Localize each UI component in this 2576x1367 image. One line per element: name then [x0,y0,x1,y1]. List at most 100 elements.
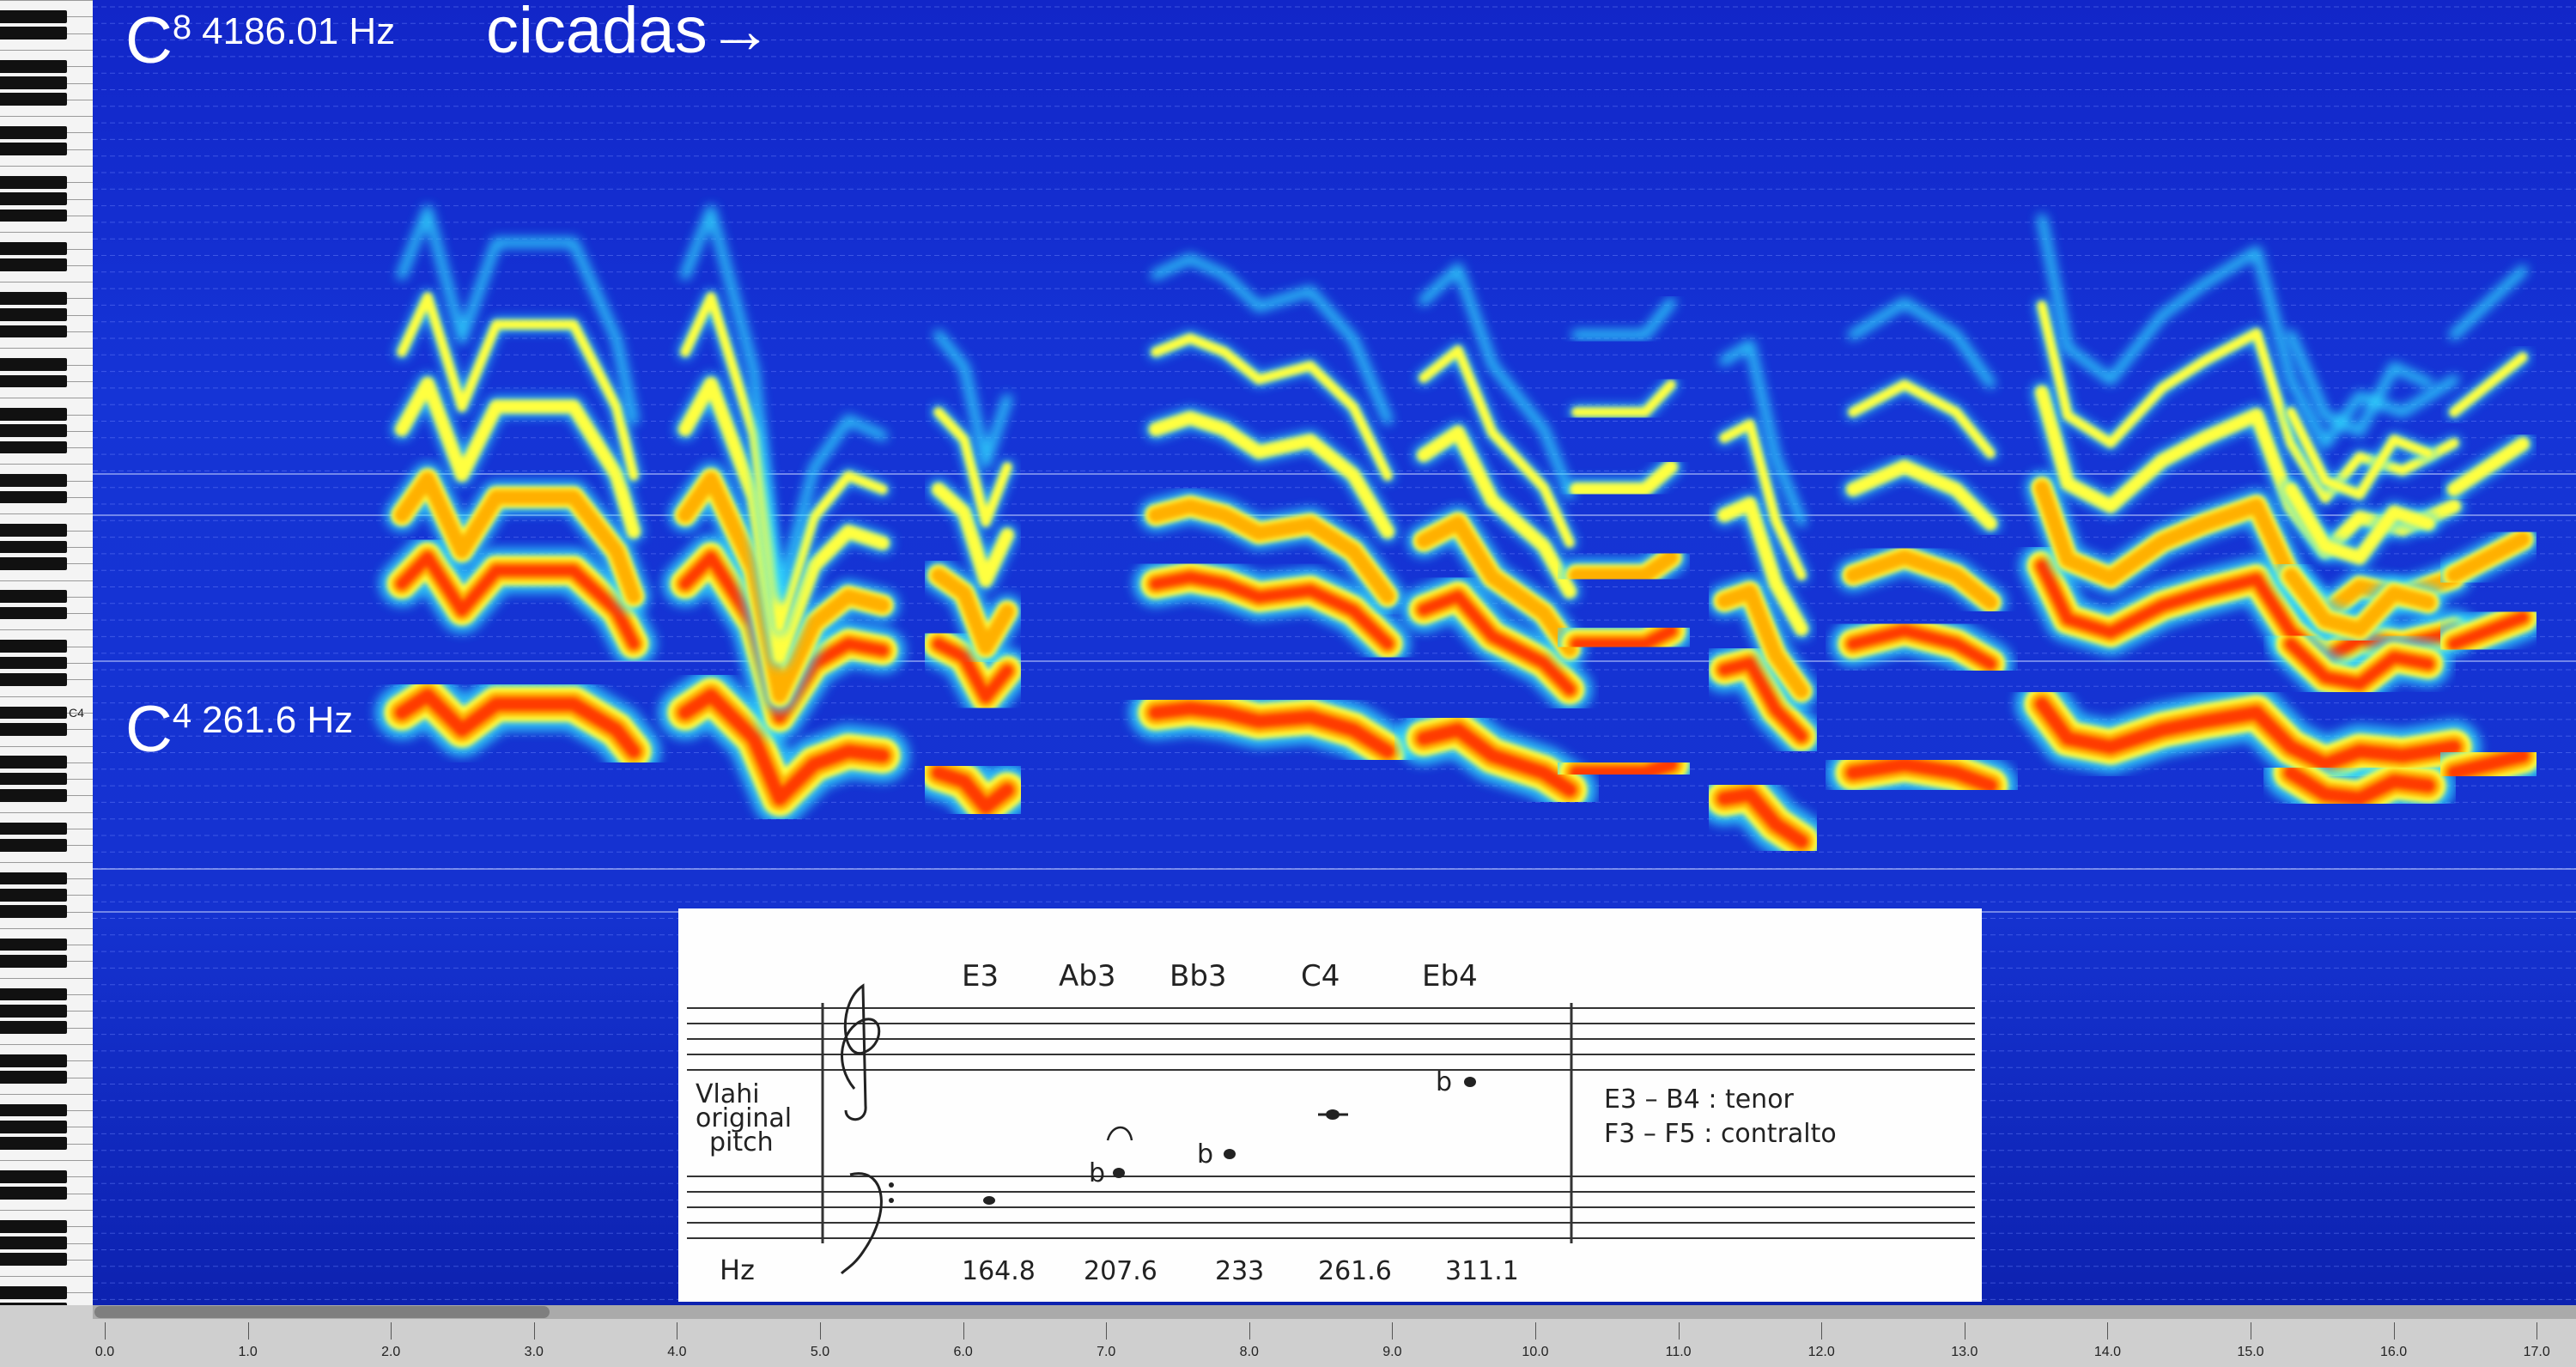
piano-black-key[interactable] [0,440,67,454]
time-tick-mark [2107,1322,2109,1340]
label-line: pitch [709,1127,774,1157]
piano-black-key[interactable] [0,490,67,504]
treble-staff [687,1007,1975,1071]
note-names: E3 Ab3 Bb3 C4 Eb4 [962,959,1478,993]
piano-black-key[interactable] [0,59,67,73]
piano-black-key[interactable] [0,872,67,885]
time-tick-label: 17.0 [2523,1345,2550,1359]
c8-frequency: 4186.01 Hz [202,10,396,52]
piano-black-key[interactable] [0,706,67,720]
piano-black-key[interactable] [0,9,67,23]
piano-black-key[interactable] [0,656,67,670]
piano-black-key[interactable] [0,126,67,139]
piano-black-key[interactable] [0,524,67,537]
piano-black-key[interactable] [0,1004,67,1018]
piano-black-key[interactable] [0,1170,67,1183]
piano-black-key[interactable] [0,209,67,222]
harmonic-band [1571,297,1676,340]
piano-black-key[interactable] [0,175,67,189]
piano-black-key[interactable] [0,1137,67,1151]
piano-black-key[interactable] [0,424,67,438]
note-name: Ab3 [1059,959,1115,993]
note-name: E3 [962,959,999,993]
c8-note-letter: C [125,4,173,77]
piano-black-key[interactable] [0,242,67,255]
piano-black-key[interactable] [0,1187,67,1200]
harmonic-band [2447,437,2530,496]
piano-white-key-edge [0,629,93,631]
c4-octave: 4 [172,697,192,735]
time-tick-label: 5.0 [810,1345,830,1359]
c8-octave: 8 [172,9,192,46]
piano-black-key[interactable] [0,772,67,786]
note-name: Bb3 [1170,959,1227,993]
piano-black-key[interactable] [0,374,67,388]
piano-black-key[interactable] [0,672,67,686]
voice-range-text: E3 – B4 : tenor F3 – F5 : contralto [1604,1084,1837,1149]
piano-black-key[interactable] [0,540,67,554]
range-line: E3 – B4 : tenor [1604,1084,1795,1115]
time-tick-label: 7.0 [1097,1345,1116,1359]
time-tick-label: 0.0 [94,1345,115,1359]
piano-black-key[interactable] [0,938,67,951]
time-tick-label: 14.0 [2093,1345,2121,1359]
harmonic-band [2449,265,2528,340]
time-tick-mark [1678,1322,1680,1340]
piano-black-key[interactable] [0,1236,67,1249]
piano-black-key[interactable] [0,838,67,852]
piano-black-key[interactable] [0,789,67,802]
piano-black-key[interactable] [0,590,67,604]
piano-black-key[interactable] [0,27,67,39]
piano-white-key-edge [0,745,93,747]
piano-black-key[interactable] [0,474,67,488]
piano-black-key[interactable] [0,955,67,968]
piano-keyboard[interactable]: C4 [0,0,94,1305]
piano-black-key[interactable] [0,93,67,106]
piano-black-key[interactable] [0,143,67,156]
piano-black-key[interactable] [0,1103,67,1117]
piano-black-key[interactable] [0,1253,67,1267]
svg-text:b: b [1197,1139,1213,1170]
time-tick-label: 1.0 [238,1345,258,1359]
piano-black-key[interactable] [0,325,67,338]
time-tick-label: 3.0 [524,1345,544,1359]
c4-label: C4 261.6 Hz [125,692,353,767]
piano-black-key[interactable] [0,640,67,653]
frequency-value: 311.1 [1445,1256,1519,1286]
piano-white-key-edge [0,927,93,929]
time-tick-mark [820,1322,821,1340]
time-tick-mark [1392,1322,1394,1340]
piano-black-key[interactable] [0,1021,67,1034]
piano-black-key[interactable] [0,1071,67,1084]
piano-black-key[interactable] [0,987,67,1001]
piano-black-key[interactable] [0,308,67,322]
cicadas-label: cicadas→ [486,0,773,67]
piano-black-key[interactable] [0,408,67,421]
piano-white-key-edge [0,464,93,465]
scrollbar-thumb[interactable] [94,1306,550,1318]
piano-black-key[interactable] [0,1054,67,1067]
c4-key-label: C4 [69,706,84,720]
piano-black-key[interactable] [0,756,67,769]
piano-black-key[interactable] [0,822,67,835]
piano-black-key[interactable] [0,1286,67,1299]
piano-black-key[interactable] [0,76,67,89]
time-tick-mark [1106,1322,1108,1340]
piano-black-key[interactable] [0,192,67,205]
piano-black-key[interactable] [0,258,67,272]
piano-black-key[interactable] [0,722,67,736]
piano-black-key[interactable] [0,358,67,371]
piano-black-key[interactable] [0,606,67,620]
piano-black-key[interactable] [0,905,67,918]
note-head [1224,1149,1236,1159]
piano-black-key[interactable] [0,292,67,305]
piano-black-key[interactable] [0,888,67,902]
svg-text:b: b [1436,1067,1452,1097]
piano-white-key-edge [0,166,93,167]
piano-white-key-edge [0,1093,93,1095]
piano-black-key[interactable] [0,1121,67,1133]
piano-white-key-edge [0,1209,93,1211]
piano-black-key[interactable] [0,1219,67,1233]
piano-black-key[interactable] [0,556,67,570]
harmonic-band [1570,459,1678,496]
